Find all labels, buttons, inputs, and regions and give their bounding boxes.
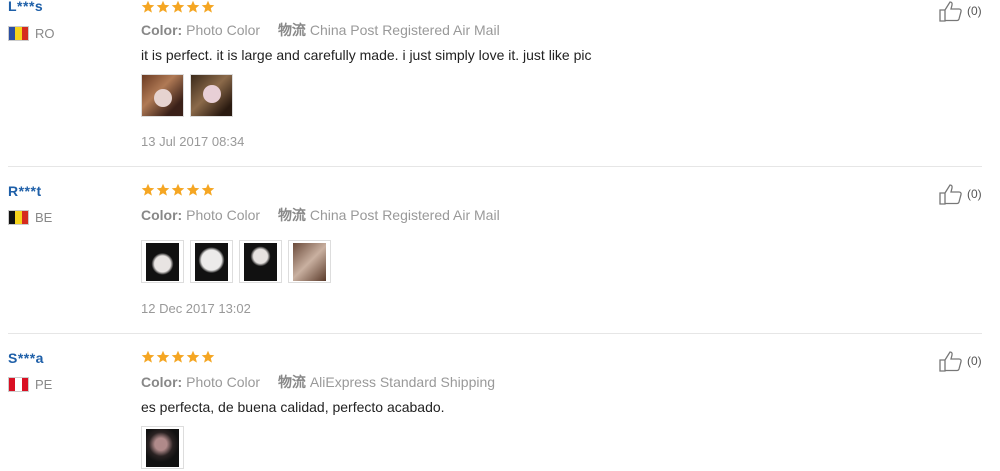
color-value: Photo Color (186, 207, 261, 223)
flag-ro-icon (8, 26, 29, 41)
star-icon (156, 350, 170, 363)
star-icon (201, 0, 215, 13)
review-meta: Color: Photo Color 物流 AliExpress Standar… (141, 372, 495, 392)
thumbs-up-icon (939, 351, 962, 372)
color-label: Color: (141, 22, 183, 38)
color-label: Color: (141, 207, 183, 223)
like-count: (0) (967, 354, 982, 368)
review-meta: Color: Photo Color 物流 China Post Registe… (141, 205, 500, 225)
star-icon (141, 350, 155, 363)
shipping-label: 物流 (277, 207, 306, 223)
star-icon (156, 183, 170, 196)
like-count: (0) (967, 187, 982, 201)
country-code: PE (35, 377, 53, 392)
review-photo[interactable] (190, 240, 233, 283)
like-button[interactable]: (0) (938, 0, 982, 22)
star-rating (141, 0, 215, 14)
review-divider (8, 166, 982, 167)
like-button[interactable]: (0) (938, 183, 982, 205)
reviewer-name[interactable]: S***a (8, 350, 44, 366)
shipping-label: 物流 (277, 374, 306, 390)
star-icon (171, 0, 185, 13)
review-meta: Color: Photo Color 物流 China Post Registe… (141, 20, 500, 40)
star-icon (201, 183, 215, 196)
review-photos (141, 74, 233, 117)
color-value: Photo Color (186, 374, 261, 390)
reviewer-country: BE (8, 210, 52, 225)
country-code: RO (35, 26, 55, 41)
star-icon (141, 0, 155, 13)
star-icon (186, 0, 200, 13)
star-icon (186, 183, 200, 196)
shipping-value: China Post Registered Air Mail (309, 22, 500, 38)
review-text: it is perfect. it is large and carefully… (141, 47, 592, 63)
star-icon (156, 0, 170, 13)
reviewer-name[interactable]: R***t (8, 183, 42, 199)
review-photo[interactable] (141, 74, 184, 117)
review-date: 13 Jul 2017 08:34 (141, 134, 245, 149)
review-divider (8, 333, 982, 334)
shipping-value: AliExpress Standard Shipping (309, 374, 496, 390)
star-icon (186, 350, 200, 363)
review-photo[interactable] (239, 240, 282, 283)
reviewer-name[interactable]: L***s (8, 0, 43, 14)
star-icon (171, 350, 185, 363)
review-photo[interactable] (190, 74, 233, 117)
review-photos (141, 240, 331, 283)
reviewer-country: PE (8, 377, 52, 392)
shipping-value: China Post Registered Air Mail (309, 207, 500, 223)
review-photo[interactable] (288, 240, 331, 283)
flag-be-icon (8, 210, 29, 225)
review-photo[interactable] (141, 426, 184, 469)
shipping-label: 物流 (277, 22, 306, 38)
country-code: BE (35, 210, 53, 225)
star-rating (141, 350, 215, 364)
reviewer-country: RO (8, 26, 55, 41)
star-icon (141, 183, 155, 196)
review-photos (141, 426, 184, 469)
star-icon (201, 350, 215, 363)
flag-pe-icon (8, 377, 29, 392)
thumbs-up-icon (939, 1, 962, 22)
like-button[interactable]: (0) (938, 350, 982, 372)
thumbs-up-icon (939, 184, 962, 205)
color-value: Photo Color (186, 22, 261, 38)
color-label: Color: (141, 374, 183, 390)
review-photo[interactable] (141, 240, 184, 283)
review-date: 12 Dec 2017 13:02 (141, 301, 251, 316)
star-icon (171, 183, 185, 196)
review-text: es perfecta, de buena calidad, perfecto … (141, 399, 445, 415)
like-count: (0) (967, 4, 982, 18)
star-rating (141, 183, 215, 197)
